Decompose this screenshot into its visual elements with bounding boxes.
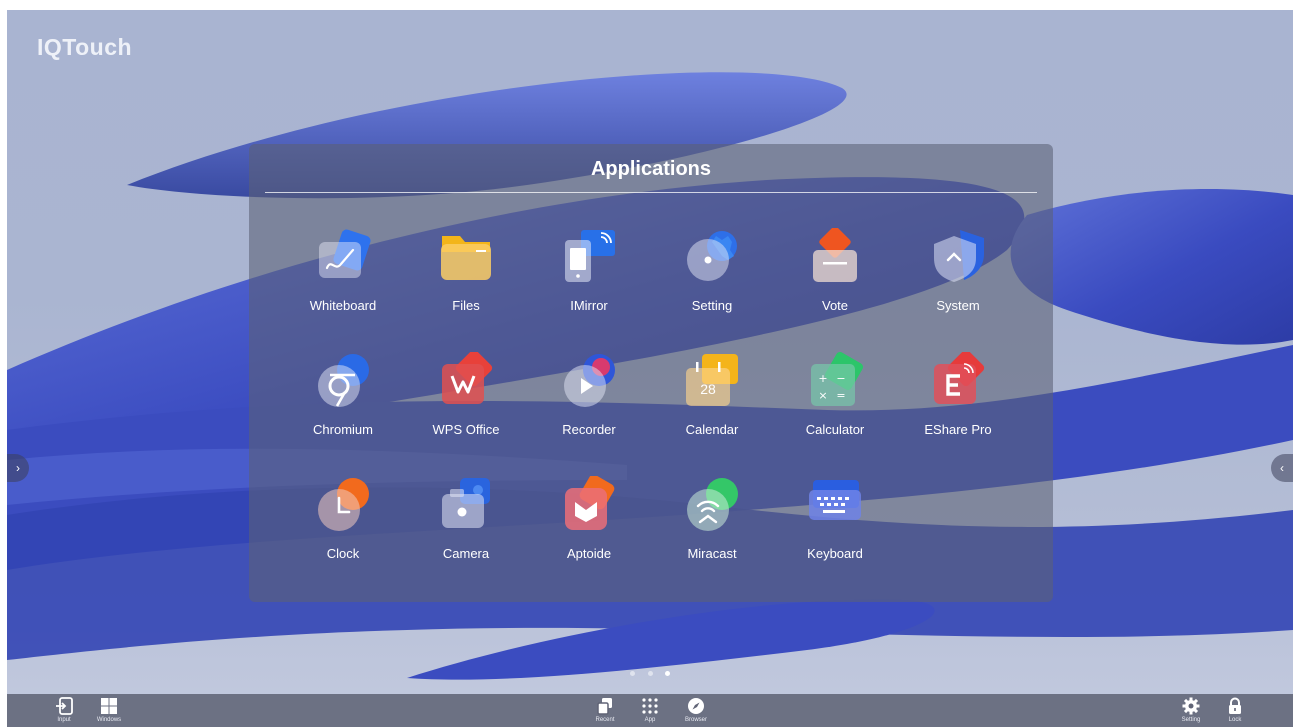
aptoide-icon	[565, 476, 615, 530]
app-label: Vote	[821, 298, 849, 313]
applications-panel: Applications Whiteboard Files IMirror Se…	[249, 144, 1053, 602]
svg-text:×: ×	[818, 389, 827, 402]
app-label: Clock	[326, 546, 360, 561]
app-label: Whiteboard	[309, 298, 377, 313]
app-whiteboard[interactable]: Whiteboard	[288, 228, 398, 328]
app-recorder[interactable]: Recorder	[534, 352, 644, 452]
app-wps-office[interactable]: WPS Office	[411, 352, 521, 452]
setting-button[interactable]: Setting	[1171, 696, 1211, 726]
app-label: IMirror	[570, 298, 608, 313]
app-aptoide[interactable]: Aptoide	[534, 476, 644, 576]
app-chromium[interactable]: Chromium	[288, 352, 398, 452]
calculator-icon: + − × =	[811, 352, 863, 406]
svg-text:=: =	[836, 389, 845, 402]
app-setting[interactable]: Setting	[657, 228, 767, 328]
app-label: Setting	[691, 298, 733, 313]
app-label: EShare Pro	[924, 422, 992, 437]
panel-divider	[265, 192, 1037, 193]
app-label: System	[936, 298, 980, 313]
app-system[interactable]: System	[903, 228, 1013, 328]
app-keyboard[interactable]: Keyboard	[780, 476, 890, 576]
input-button[interactable]: Input	[44, 696, 84, 726]
page-dot-active[interactable]	[665, 671, 670, 676]
gear-icon	[687, 231, 737, 281]
app-grid-icon	[642, 698, 658, 714]
app-label: Miracast	[687, 546, 737, 561]
eshare-icon	[934, 352, 985, 404]
app-button[interactable]: App	[630, 696, 670, 726]
taskbar-label: Input	[57, 717, 71, 723]
gear-icon	[1182, 697, 1200, 715]
app-calendar[interactable]: 28 Calendar	[657, 352, 767, 452]
app-label: Camera	[442, 546, 490, 561]
whiteboard-icon	[319, 229, 371, 278]
app-label: Files	[452, 298, 480, 313]
svg-text:−: −	[836, 372, 845, 385]
page-dot[interactable]	[630, 671, 635, 676]
app-label: Aptoide	[566, 546, 612, 561]
app-vote[interactable]: Vote	[780, 228, 890, 328]
app-camera[interactable]: Camera	[411, 476, 521, 576]
app-eshare-pro[interactable]: EShare Pro	[903, 352, 1013, 452]
clock-icon	[318, 478, 369, 531]
shield-icon	[934, 230, 984, 282]
app-imirror[interactable]: IMirror	[534, 228, 644, 328]
recent-apps-icon	[597, 698, 612, 715]
taskbar-label: Windows	[96, 717, 122, 723]
app-calculator[interactable]: + − × = Calculator	[780, 352, 890, 452]
panel-title: Applications	[590, 158, 711, 180]
svg-text:+: +	[818, 372, 827, 385]
app-clock[interactable]: Clock	[288, 476, 398, 576]
record-play-icon	[564, 354, 615, 407]
calendar-date-label: 28	[700, 381, 716, 397]
camera-icon	[442, 478, 490, 528]
taskbar-label: Lock	[1228, 717, 1242, 723]
keyboard-icon	[809, 480, 861, 520]
iqtouch-logo: IQTouch	[37, 34, 133, 60]
calendar-icon: 28	[686, 354, 738, 406]
app-label: WPS Office	[432, 422, 500, 437]
app-label: Keyboard	[807, 546, 863, 561]
lock-button[interactable]: Lock	[1215, 696, 1255, 726]
app-label: Calendar	[685, 422, 739, 437]
lock-icon	[1229, 697, 1241, 714]
app-label: Calculator	[805, 422, 865, 437]
app-miracast[interactable]: Miracast	[657, 476, 767, 576]
input-source-icon	[56, 697, 73, 715]
recent-button[interactable]: Recent	[585, 696, 625, 726]
app-label: Chromium	[313, 422, 373, 437]
screen-mirror-icon	[565, 230, 615, 282]
page-indicator	[627, 669, 677, 679]
taskbar-label: Browser	[684, 717, 707, 723]
page-dot[interactable]	[648, 671, 653, 676]
taskbar-label: Recent	[595, 717, 615, 723]
ballot-box-icon	[813, 228, 857, 282]
right-edge-handle[interactable]: ‹	[1271, 454, 1293, 482]
windows-icon	[101, 698, 117, 714]
wps-office-icon	[442, 352, 493, 404]
taskbar: Input Windows Recent App Browser Setting…	[7, 694, 1293, 727]
app-files[interactable]: Files	[411, 228, 521, 328]
miracast-icon	[687, 478, 738, 531]
taskbar-label: App	[644, 717, 656, 723]
compass-icon	[688, 698, 704, 714]
taskbar-label: Setting	[1181, 717, 1201, 723]
windows-button[interactable]: Windows	[89, 696, 129, 726]
app-label: Recorder	[562, 422, 616, 437]
chromium-icon	[318, 354, 369, 407]
browser-button[interactable]: Browser	[676, 696, 716, 726]
folder-icon	[441, 236, 491, 280]
desktop-screen: IQTouch › ‹ Applications Whiteboard File…	[7, 10, 1293, 727]
